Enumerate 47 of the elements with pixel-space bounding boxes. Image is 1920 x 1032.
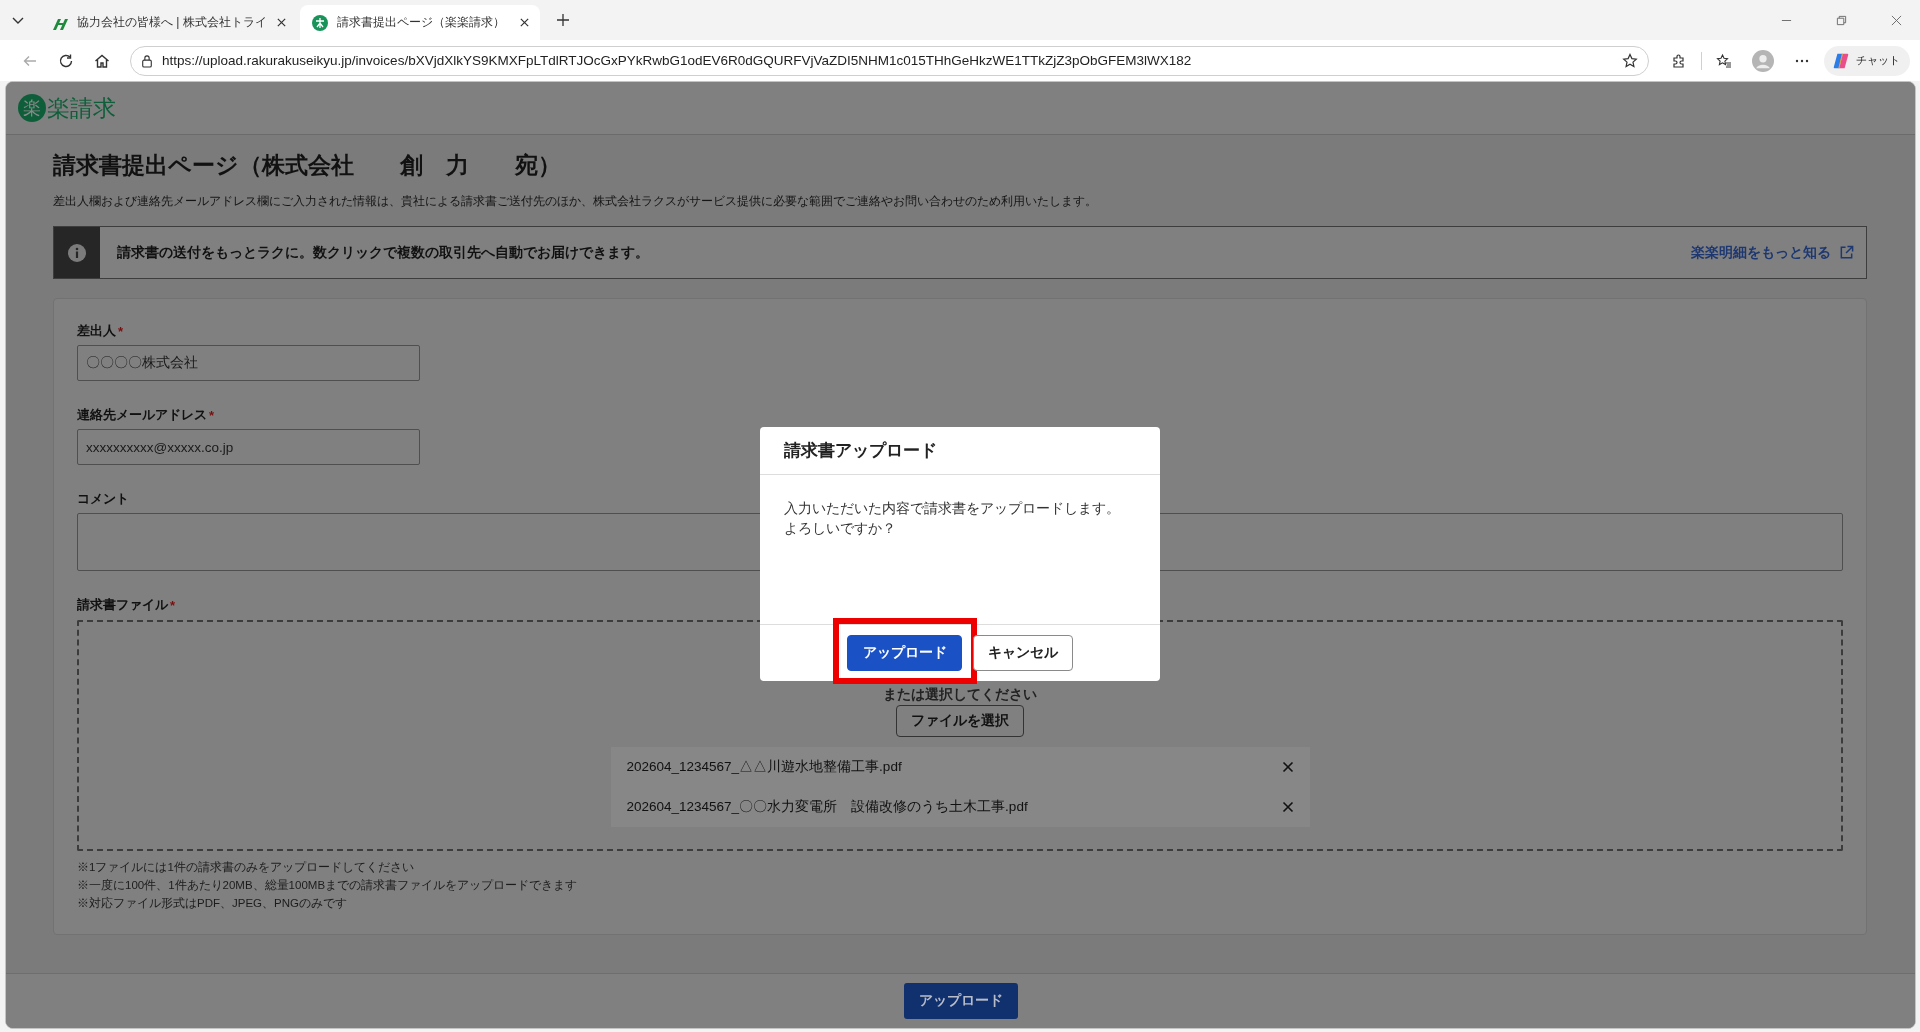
upload-note: ※一度に100件、1件あたり20MB、総量100MBまでの請求書ファイルをアップロードできます <box>77 878 579 893</box>
close-icon[interactable] <box>518 17 530 28</box>
favorites-icon[interactable] <box>1716 52 1732 69</box>
dialog-message: 入力いただいた内容で請求書をアップロードします。 <box>784 500 1120 518</box>
puzzle-icon[interactable] <box>1671 52 1687 69</box>
close-icon[interactable] <box>275 17 287 28</box>
remove-icon[interactable] <box>1281 761 1294 773</box>
privacy-notice: 差出人欄および連絡先メールアドレス欄にご入力された情報は、貴社による請求書ご送付先のほか、株式会社ラクスがサービス提供に必要な範囲でご連絡やお問い合わせのため利用いたします。 <box>53 194 1098 209</box>
required-mark: * <box>118 323 124 339</box>
lock-icon[interactable] <box>141 53 153 68</box>
remove-icon[interactable] <box>1281 801 1294 813</box>
input-field[interactable]: 〇〇〇〇株式会社 <box>77 345 420 381</box>
logo-text: 楽請求 <box>47 93 116 123</box>
home-icon[interactable] <box>94 52 110 69</box>
info-icon <box>68 243 86 262</box>
chat-button[interactable]: チャット <box>1824 45 1910 76</box>
dialog-message: よろしいですか？ <box>784 520 896 538</box>
dialog-title: 請求書アップロード <box>784 440 937 462</box>
upload-button[interactable]: アップロード <box>903 983 1018 1019</box>
upload-button[interactable]: アップロード <box>847 635 962 671</box>
address-field[interactable]: https://upload.rakurakuseikyu.jp/invoices/bXVjdXlkYS9KMXFpLTdlRTJOcGxPYkRwbG1odEV6R0dGQURFVjVaZDI5NHM1c015THhGeHkzWE1TTkZjZ3pObGFEM3lWX182 <box>130 45 1649 76</box>
field-label: 連絡先メールアドレス <box>77 406 207 424</box>
banner-text: 請求書の送付をもっとラクに。数クリックで複数の取引先へ自動でお届けできます。 <box>117 243 650 262</box>
file-name: 202604_1234567_△△川遊水地整備工事.pdf <box>626 758 903 776</box>
browser-tab[interactable]: 協力会社の皆様へ | 株式会社トライ <box>40 5 297 40</box>
drop-hint: または選択してください <box>883 686 1037 703</box>
star-icon[interactable] <box>1622 52 1638 69</box>
restore-icon[interactable] <box>1836 14 1847 26</box>
page-title: 請求書提出ページ（株式会社 創 力 宛） <box>53 151 562 180</box>
browser-tab[interactable]: 請求書提出ページ（楽楽請求） <box>299 5 540 40</box>
file-name: 202604_1234567_〇〇水力変電所 設備改修のうち土木工事.pdf <box>626 798 1029 816</box>
required-mark: * <box>209 407 215 423</box>
upload-note: ※1ファイルには1件の請求書のみをアップロードしてください <box>77 860 415 875</box>
reload-icon[interactable] <box>58 52 74 69</box>
input-field[interactable]: xxxxxxxxxx@xxxxx.co.jp <box>77 429 420 465</box>
field-label: 請求書ファイル <box>77 596 168 614</box>
field-label: コメント <box>77 490 129 508</box>
upload-note: ※対応ファイル形式はPDF、JPEG、PNGのみです <box>77 896 348 911</box>
external-link-icon <box>1839 245 1854 260</box>
sparkle-logo-icon <box>1832 51 1850 70</box>
field-label: 差出人 <box>77 322 116 340</box>
select-file-button[interactable]: ファイルを選択 <box>896 705 1024 737</box>
cancel-button[interactable]: キャンセル <box>973 635 1073 671</box>
required-mark: * <box>170 597 176 613</box>
tab-logo-icon <box>311 14 328 31</box>
new-tab-icon[interactable] <box>554 12 571 28</box>
logo-mark: 楽 <box>18 94 46 122</box>
